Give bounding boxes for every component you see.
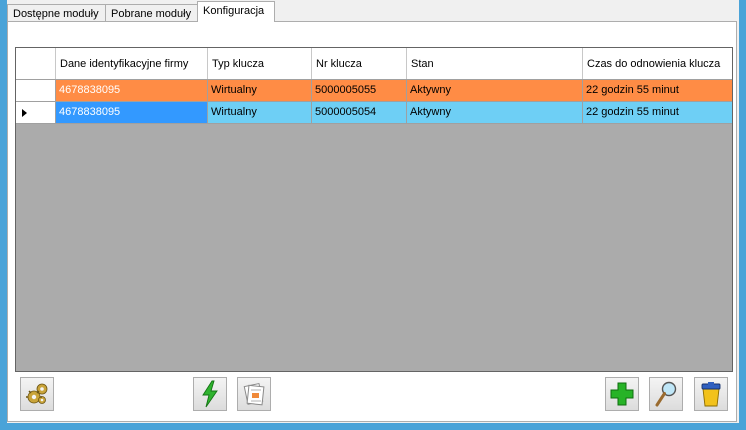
column-header-key-type[interactable]: Typ klucza	[208, 48, 312, 79]
tab-pobrane-moduly[interactable]: Pobrane moduły	[105, 4, 198, 21]
cell-key-number[interactable]: 5000005054	[312, 102, 407, 124]
cell-key-number[interactable]: 5000005055	[312, 80, 407, 102]
add-button[interactable]	[605, 377, 639, 411]
add-plus-icon	[610, 382, 634, 406]
tab-dostepne-moduly[interactable]: Dostępne moduły	[7, 4, 106, 21]
table-row[interactable]: 4678838095 Wirtualny 5000005055 Aktywny …	[16, 80, 732, 102]
trash-bin-icon	[701, 382, 721, 407]
column-header-key-number-label: Nr klucza	[316, 57, 362, 70]
documents-button[interactable]	[237, 377, 271, 411]
tab-strip: Dostępne moduły Pobrane moduły Konfigura…	[7, 0, 739, 22]
grid-header: Dane identyfikacyjne firmy Typ klucza Nr…	[16, 48, 732, 80]
cell-renewal-time[interactable]: 22 godzin 55 minut	[583, 102, 732, 124]
cell-renewal-time[interactable]: 22 godzin 55 minut	[583, 80, 732, 102]
cell-key-type[interactable]: Wirtualny	[208, 102, 312, 124]
lightning-icon	[202, 380, 218, 408]
cell-state[interactable]: Aktywny	[407, 80, 583, 102]
cell-firm[interactable]: 4678838095	[56, 102, 208, 124]
row-header-corner	[16, 48, 56, 79]
column-header-firm-label: Dane identyfikacyjne firmy	[60, 57, 189, 70]
cell-key-type[interactable]: Wirtualny	[208, 80, 312, 102]
row-header[interactable]	[16, 102, 56, 124]
settings-button[interactable]	[20, 377, 54, 411]
search-button[interactable]	[649, 377, 683, 411]
table-row[interactable]: 4678838095 Wirtualny 5000005054 Aktywny …	[16, 102, 732, 124]
column-header-renewal-time-label: Czas do odnowienia klucza	[587, 57, 721, 70]
column-header-renewal-time[interactable]: Czas do odnowienia klucza	[583, 48, 732, 79]
tab-konfiguracja[interactable]: Konfiguracja	[197, 1, 275, 22]
cell-state[interactable]: Aktywny	[407, 102, 583, 124]
column-header-state[interactable]: Stan	[407, 48, 583, 79]
column-header-firm[interactable]: Dane identyfikacyjne firmy	[56, 48, 208, 79]
magnifier-icon	[655, 381, 677, 407]
column-header-state-label: Stan	[411, 57, 434, 70]
keys-grid[interactable]: Dane identyfikacyjne firmy Typ klucza Nr…	[15, 47, 733, 372]
column-header-key-type-label: Typ klucza	[212, 57, 264, 70]
column-header-key-number[interactable]: Nr klucza	[312, 48, 407, 79]
activate-button[interactable]	[193, 377, 227, 411]
window: Dostępne moduły Pobrane moduły Konfigura…	[0, 0, 746, 430]
delete-button[interactable]	[694, 377, 728, 411]
current-row-arrow-icon	[22, 109, 27, 117]
gears-icon	[26, 383, 48, 404]
row-header[interactable]	[16, 80, 56, 102]
documents-icon	[243, 382, 265, 406]
cell-firm[interactable]: 4678838095	[56, 80, 208, 102]
tab-page-konfiguracja: Dane identyfikacyjne firmy Typ klucza Nr…	[7, 21, 737, 422]
